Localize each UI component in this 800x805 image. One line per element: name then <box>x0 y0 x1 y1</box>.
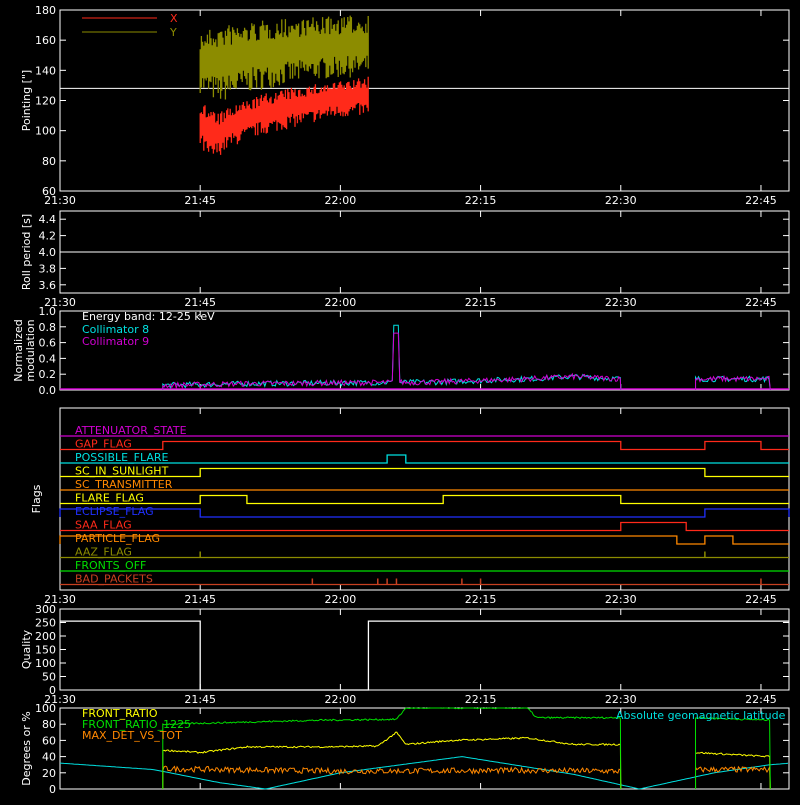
panel-quality: 21:30 21:45 22:00 22:15 22:30 22:450501001502… <box>20 603 790 706</box>
x-tick-label: 22:30 <box>605 693 637 706</box>
x-tick-label: 22:30 <box>605 194 637 207</box>
flag-line-flare_flag <box>60 494 789 505</box>
x-tick-label: 22:15 <box>465 693 497 706</box>
y-axis-label: Pointing ["] <box>20 70 33 131</box>
x-tick-label: 22:30 <box>605 296 637 309</box>
panel-modulation: 0.00.20.40.60.81.0Normalized modulationEn… <box>12 305 790 397</box>
y-tick-label: 0.2 <box>39 368 57 381</box>
y-tick-label: 1.0 <box>39 305 57 318</box>
y-tick-label: 50 <box>42 671 56 684</box>
x-tick-label: 22:00 <box>325 593 357 606</box>
y-tick-label: 120 <box>35 95 56 108</box>
y-tick-label: 80 <box>42 155 56 168</box>
x-tick-label: 21:45 <box>184 693 216 706</box>
chart-svg: 21:30 21:45 22:00 22:15 22:30 22:456080100120… <box>12 4 790 796</box>
y-axis-label: Roll period [s] <box>20 214 33 290</box>
x-tick-label: 22:00 <box>325 194 357 207</box>
legend-label-max_det_vs_tot: MAX_DET_VS_TOT <box>82 729 182 742</box>
y-tick-label: 300 <box>35 603 56 616</box>
y-tick-label: 0.6 <box>39 337 57 350</box>
y-tick-label: 100 <box>35 657 56 670</box>
flag-line-saa_flag <box>60 521 789 532</box>
panel-flags: 21:30 21:45 22:00 22:15 22:30 22:45FlagsATTEN… <box>30 407 790 606</box>
y-tick-label: 3.6 <box>39 279 57 292</box>
y-tick-label: 0 <box>49 783 56 796</box>
flag-label-aaz_flag: AAZ_FLAG <box>75 546 132 559</box>
y-tick-label: 80 <box>42 718 56 731</box>
series-y <box>199 15 369 100</box>
panel-roll_period: 21:30 21:45 22:00 22:15 22:30 22:453.63.84.04… <box>20 210 790 309</box>
legend-label-x: X <box>170 12 178 25</box>
flag-label-flare_flag: FLARE_FLAG <box>75 492 144 505</box>
y-tick-label: 100 <box>35 702 56 715</box>
x-tick-label: 22:15 <box>465 296 497 309</box>
flag-label-particle_flag: PARTICLE_FLAG <box>75 532 160 545</box>
x-tick-label: 21:45 <box>184 296 216 309</box>
y-axis-label-2: modulation <box>24 319 37 381</box>
x-tick-label: 22:00 <box>325 693 357 706</box>
x-tick-label: 22:45 <box>745 593 777 606</box>
x-tick-label: 22:45 <box>745 194 777 207</box>
y-tick-label: 100 <box>35 125 56 138</box>
y-tick-label: 0.0 <box>39 384 57 397</box>
y-tick-label: 250 <box>35 617 56 630</box>
y-tick-label: 3.8 <box>39 262 57 275</box>
y-tick-label: 60 <box>42 734 56 747</box>
flag-label-sc_transmitter: SC_TRANSMITTER <box>75 478 173 491</box>
y-axis-label: Flags <box>30 484 43 513</box>
flag-label-eclipse_flag: ECLIPSE_FLAG <box>75 505 154 518</box>
x-tick-label: 22:45 <box>745 693 777 706</box>
x-tick-label: 22:00 <box>325 296 357 309</box>
series-collimator-9 <box>162 332 771 391</box>
x-tick-label: 21:45 <box>184 593 216 606</box>
flag-label-possible_flare: POSSIBLE_FLARE <box>75 451 169 464</box>
y-tick-label: 0.8 <box>39 321 57 334</box>
flag-line-gap_flag <box>60 440 789 451</box>
y-axis-label: Quality <box>20 629 33 669</box>
y-tick-label: 60 <box>42 185 56 198</box>
flag-label-gap_flag: GAP_FLAG <box>75 438 132 451</box>
y-tick-label: 4.4 <box>39 213 57 226</box>
quality-line <box>60 620 789 691</box>
y-tick-label: 40 <box>42 751 56 764</box>
y-tick-label: 150 <box>35 644 56 657</box>
y-tick-label: 200 <box>35 630 56 643</box>
x-tick-label: 22:45 <box>745 296 777 309</box>
flag-label-attenuator_state: ATTENUATOR_STATE <box>75 424 187 437</box>
series-max_det_vs_tot <box>162 765 771 790</box>
y-tick-label: 0 <box>49 684 56 697</box>
y-tick-label: 160 <box>35 34 56 47</box>
flag-label-sc_in_sunlight: SC_IN_SUNLIGHT <box>75 465 169 478</box>
flag-line-particle_flag <box>59 535 789 545</box>
x-tick-label: 21:45 <box>184 194 216 207</box>
legend-label-y: Y <box>169 26 177 39</box>
y-tick-label: 0.4 <box>39 352 57 365</box>
flag-label-bad_packets: BAD_PACKETS <box>75 573 153 586</box>
x-tick-label: 22:15 <box>465 194 497 207</box>
y-axis-label: Degrees or % <box>20 711 33 785</box>
flag-label-saa_flag: SAA_FLAG <box>75 519 132 532</box>
y-tick-label: 180 <box>35 4 56 17</box>
legend-label-collimator-9: Collimator 9 <box>82 335 149 348</box>
series-geomagnetic-latitude <box>59 756 789 790</box>
chart-stage: 21:30 21:45 22:00 22:15 22:30 22:45 60 80 100 120… <box>0 0 800 800</box>
y-tick-label: 20 <box>42 767 56 780</box>
flag-line-sc_in_sunlight <box>60 467 789 478</box>
y-tick-label: 4.2 <box>39 230 57 243</box>
panel-pointing: 21:30 21:45 22:00 22:15 22:30 22:456080100120… <box>20 4 790 207</box>
panel-degrees: 020406080100Degrees or % FRONT_RATIOFRONT… <box>20 702 790 796</box>
energy-band-annotation: Energy band: 12-25 keV <box>82 310 215 323</box>
y-tick-label: 4.0 <box>39 246 57 259</box>
y-tick-label: 140 <box>35 64 56 77</box>
x-tick-label: 22:15 <box>465 593 497 606</box>
right-label-geomagnetic: Absolute geomagnetic latitude <box>616 709 786 722</box>
x-tick-label: 22:30 <box>605 593 637 606</box>
flag-label-fronts_off: FRONTS_OFF <box>75 559 146 572</box>
flag-line-possible_flare <box>60 454 789 464</box>
flag-line-eclipse_flag <box>59 508 790 518</box>
